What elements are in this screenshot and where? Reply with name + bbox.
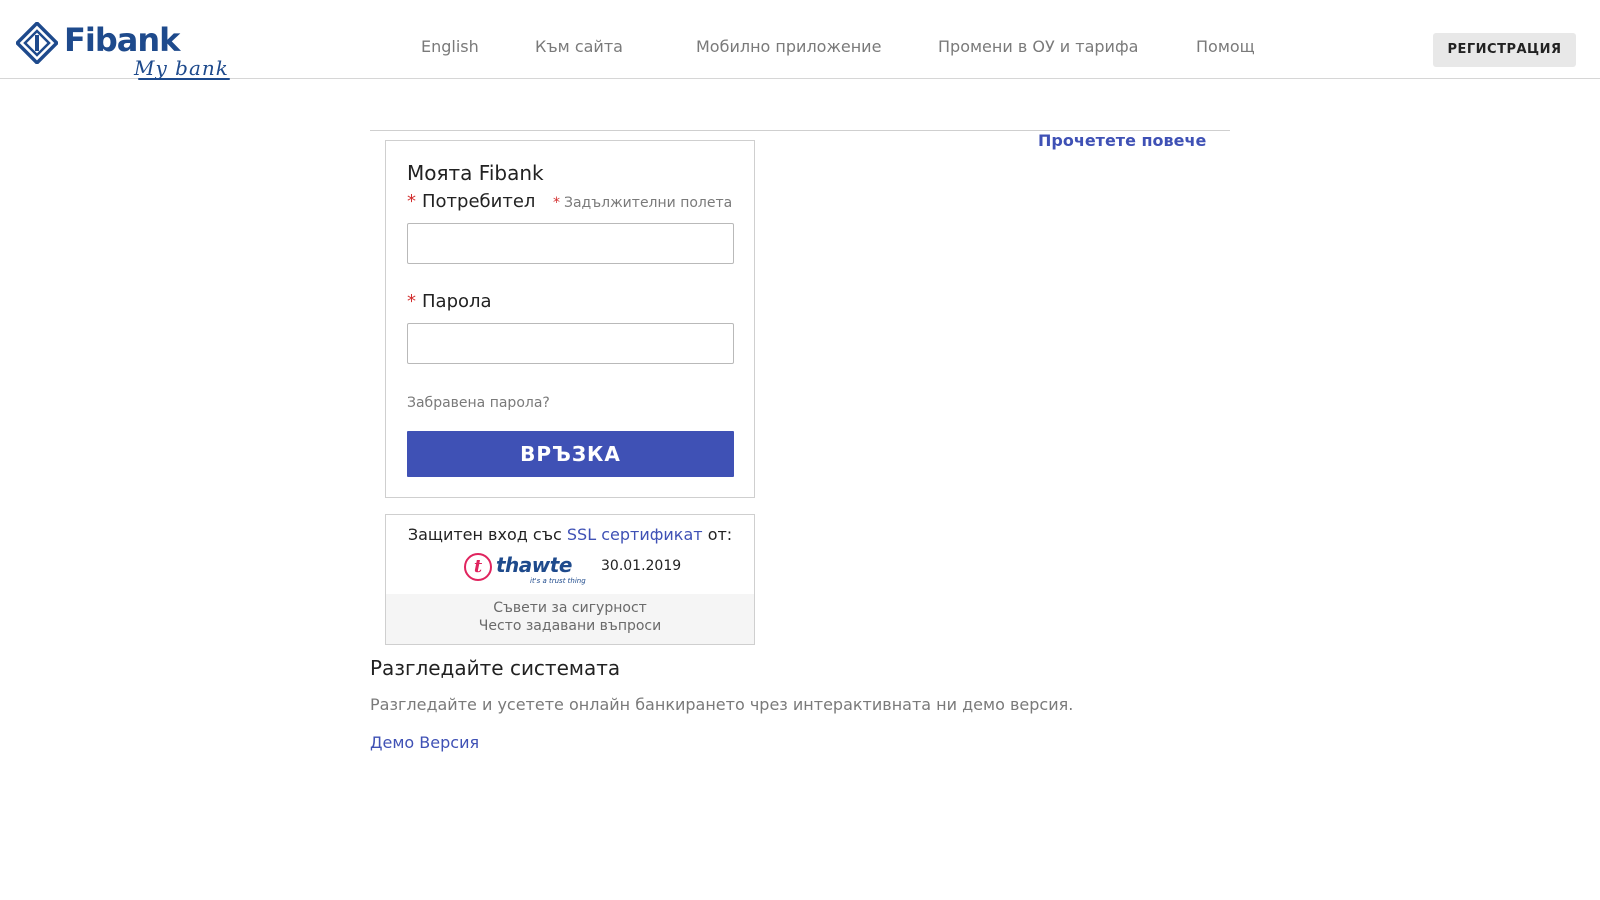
logo-tagline: My bank [134, 56, 229, 80]
demo-version-link[interactable]: Демо Версия [370, 733, 479, 752]
ssl-prefix: Защитен вход със [407, 525, 562, 544]
password-label: * Парола [407, 291, 492, 312]
ssl-suffix: от: [707, 525, 733, 544]
password-input[interactable] [407, 323, 734, 364]
top-header: Fibank My bank English Към сайта Мобилно… [0, 0, 1600, 82]
read-more-link[interactable]: Прочетете повече [1038, 131, 1206, 150]
register-button[interactable]: РЕГИСТРАЦИЯ [1433, 33, 1576, 67]
nav-english[interactable]: English [421, 37, 479, 57]
ssl-statement: Защитен вход със SSL сертификат от: [386, 525, 754, 544]
thawte-logo[interactable]: t thawte it's a trust thing [464, 551, 594, 587]
thawte-tagline: it's a trust thing [530, 577, 586, 585]
ssl-certificate-link[interactable]: SSL сертификат [567, 525, 703, 544]
logo-underline [138, 78, 230, 80]
login-card: Моята Fibank * Потребител * Задължителни п… [385, 140, 755, 498]
nav-mobile-app[interactable]: Мобилно приложение [696, 37, 881, 57]
nav-to-site[interactable]: Към сайта [535, 37, 623, 57]
required-asterisk: * [553, 195, 560, 211]
ssl-card: Защитен вход със SSL сертификат от: t th… [385, 514, 755, 645]
required-fields-note: * Задължителни полета [553, 195, 732, 211]
required-asterisk: * [407, 291, 416, 312]
login-title: Моята Fibank [407, 161, 544, 185]
required-fields-text: Задължителни полета [564, 195, 733, 211]
thawte-badge-icon: t [464, 553, 492, 581]
username-input[interactable] [407, 223, 734, 264]
fibank-logo[interactable]: Fibank My bank [16, 20, 230, 82]
nav-help[interactable]: Помощ [1196, 37, 1255, 57]
required-asterisk: * [407, 191, 416, 212]
forgot-password-link[interactable]: Забравена парола? [407, 395, 550, 411]
ssl-date: 30.01.2019 [601, 558, 682, 574]
ssl-footer: Съвети за сигурност Често задавани въпро… [386, 594, 754, 644]
fibank-logo-icon [16, 22, 58, 64]
nav-terms-changes[interactable]: Промени в ОУ и тарифа [938, 37, 1138, 57]
username-label-text: Потребител [422, 191, 536, 212]
logo-wordmark: Fibank [64, 21, 180, 59]
explore-description: Разгледайте и усетете онлайн банкирането… [370, 695, 1074, 714]
thawte-wordmark: thawte [496, 553, 572, 577]
security-tips-link[interactable]: Съвети за сигурност [386, 600, 754, 616]
username-label: * Потребител [407, 191, 535, 212]
login-submit-button[interactable]: ВРЪЗКА [407, 431, 734, 477]
explore-title: Разгледайте системата [370, 656, 621, 680]
faq-link[interactable]: Често задавани въпроси [386, 618, 754, 634]
password-label-text: Парола [422, 291, 492, 312]
